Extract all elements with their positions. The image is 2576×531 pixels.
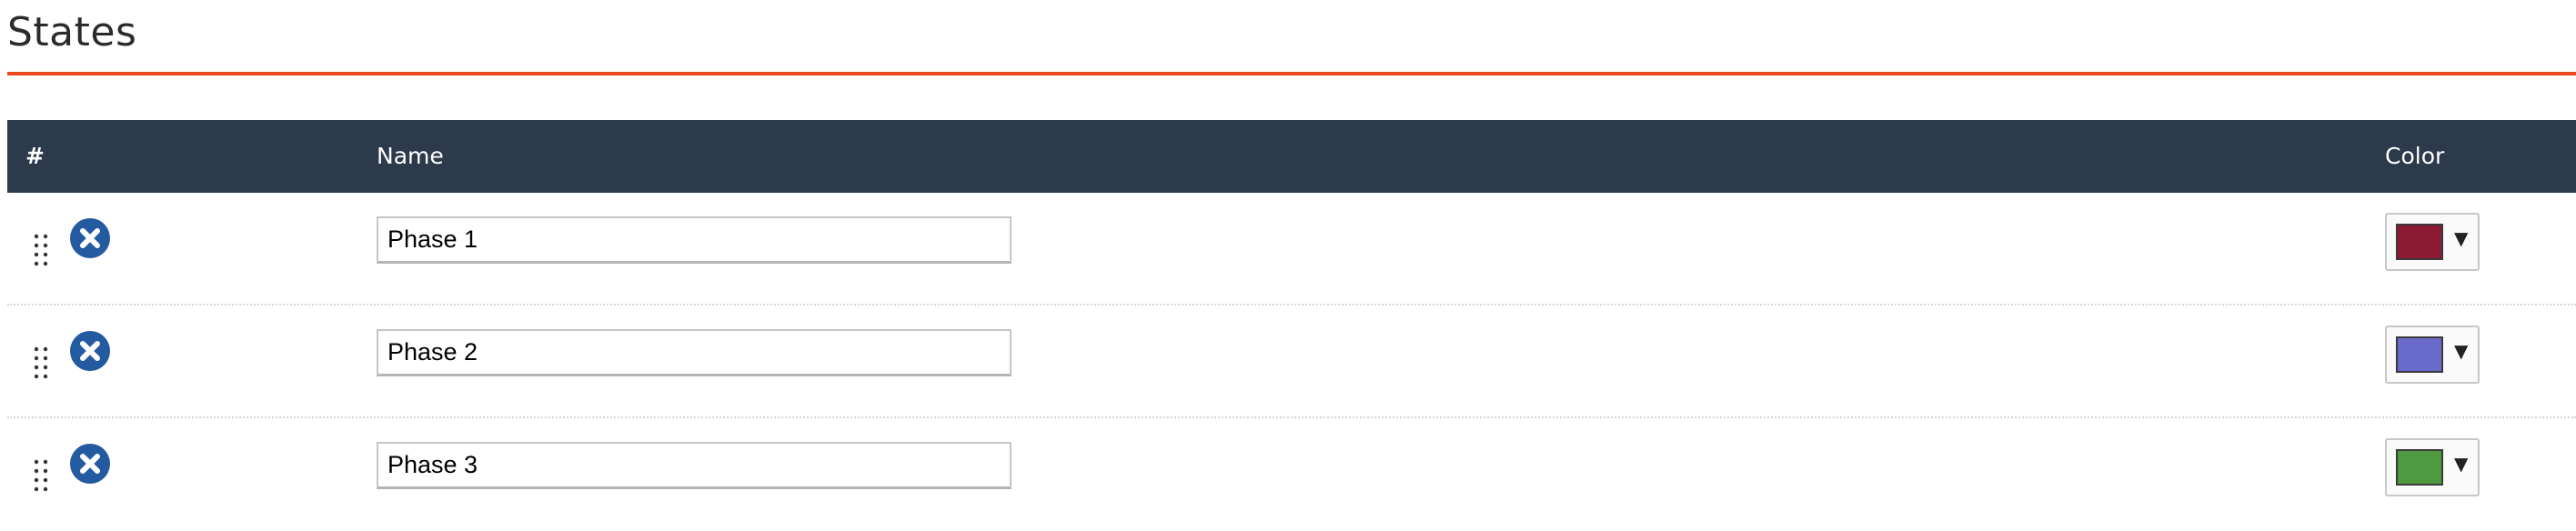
states-panel: States # Name Color Phase 1 ▼ Phase 2 ▼ … bbox=[0, 0, 2576, 531]
remove-row-button[interactable] bbox=[69, 330, 111, 372]
column-header-color: Color bbox=[2385, 143, 2445, 169]
column-header-name: Name bbox=[377, 143, 444, 169]
table-row: ▼ bbox=[7, 418, 2576, 531]
color-picker[interactable]: ▼ bbox=[2385, 213, 2480, 271]
color-swatch bbox=[2396, 224, 2443, 260]
remove-circle-x-icon bbox=[70, 331, 110, 371]
color-picker[interactable]: ▼ bbox=[2385, 438, 2480, 496]
drag-handle-icon[interactable] bbox=[33, 233, 49, 269]
chevron-down-icon: ▼ bbox=[2454, 340, 2469, 362]
state-name-input[interactable] bbox=[377, 442, 1011, 489]
drag-handle-icon[interactable] bbox=[33, 346, 49, 382]
state-name-input[interactable] bbox=[377, 329, 1011, 376]
remove-row-button[interactable] bbox=[69, 443, 111, 485]
title-divider bbox=[7, 72, 2576, 75]
chevron-down-icon: ▼ bbox=[2454, 227, 2469, 249]
remove-row-button[interactable] bbox=[69, 217, 111, 259]
color-picker[interactable]: ▼ bbox=[2385, 326, 2480, 384]
table-row: ▼ bbox=[7, 306, 2576, 418]
column-header-number: # bbox=[25, 143, 45, 169]
remove-circle-x-icon bbox=[70, 444, 110, 484]
table-row: ▼ bbox=[7, 193, 2576, 306]
state-name-input[interactable] bbox=[377, 216, 1011, 264]
table-header: # Name Color bbox=[7, 120, 2576, 193]
section-title: States bbox=[7, 9, 137, 55]
color-swatch bbox=[2396, 336, 2443, 373]
drag-handle-icon[interactable] bbox=[33, 458, 49, 495]
states-table: # Name Color Phase 1 ▼ Phase 2 ▼ Phase 3… bbox=[7, 120, 2576, 531]
chevron-down-icon: ▼ bbox=[2454, 453, 2469, 475]
color-swatch bbox=[2396, 449, 2443, 486]
table-body: ▼ bbox=[7, 193, 2576, 531]
remove-circle-x-icon bbox=[70, 218, 110, 258]
